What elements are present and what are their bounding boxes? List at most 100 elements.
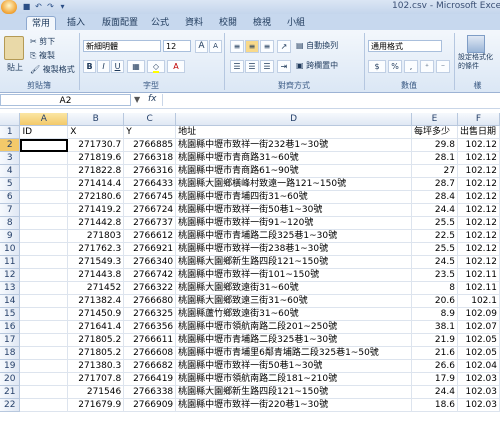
cell[interactable]: 2766745 bbox=[123, 190, 177, 204]
row-header[interactable]: 20 bbox=[0, 372, 21, 386]
row-header[interactable]: 1 bbox=[0, 125, 21, 139]
align-center-button[interactable]: ☰ bbox=[245, 60, 259, 73]
cell[interactable]: 26.6 bbox=[411, 359, 458, 373]
cell[interactable] bbox=[19, 242, 69, 256]
cell[interactable]: 271641.4 bbox=[67, 320, 125, 334]
column-header-a[interactable]: A bbox=[19, 113, 69, 126]
column-header-b[interactable]: B bbox=[67, 113, 125, 126]
column-header-e[interactable]: E bbox=[411, 113, 458, 126]
cell[interactable] bbox=[19, 359, 69, 373]
office-button[interactable] bbox=[1, 0, 17, 14]
cell[interactable]: 271414.4 bbox=[67, 177, 125, 191]
cell[interactable]: 桃園縣中壢市致祥一街220巷1~30號 bbox=[175, 398, 412, 412]
fill-color-button[interactable]: ◇ bbox=[147, 60, 165, 73]
cell[interactable] bbox=[19, 138, 69, 152]
cell[interactable]: 102.09 bbox=[457, 307, 500, 321]
cell[interactable]: 2766340 bbox=[123, 255, 177, 269]
merge-center-button[interactable]: ▣ 跨欄置中 bbox=[296, 60, 338, 71]
cell[interactable]: 102.12 bbox=[457, 255, 500, 269]
font-name-combo[interactable]: 新細明體 bbox=[83, 40, 161, 52]
cell[interactable]: 2766356 bbox=[123, 320, 177, 334]
shrink-font-button[interactable]: A bbox=[209, 40, 222, 53]
cell[interactable]: ID bbox=[19, 125, 69, 139]
row-header[interactable]: 10 bbox=[0, 242, 21, 256]
cell[interactable] bbox=[19, 216, 69, 230]
cell[interactable]: 20.6 bbox=[411, 294, 458, 308]
align-bottom-button[interactable]: ≡ bbox=[260, 40, 274, 53]
cell[interactable] bbox=[19, 203, 69, 217]
cell[interactable]: 桃園縣大園鄉新生路四段121~150號 bbox=[175, 255, 412, 269]
cell[interactable] bbox=[19, 229, 69, 243]
row-header[interactable]: 14 bbox=[0, 294, 21, 308]
redo-icon[interactable]: ↷ bbox=[46, 2, 55, 11]
copy-button[interactable]: ⎘ 複製 bbox=[30, 50, 55, 61]
cell[interactable] bbox=[19, 190, 69, 204]
row-header[interactable]: 4 bbox=[0, 164, 21, 178]
cell[interactable]: 22.5 bbox=[411, 229, 458, 243]
cell[interactable]: 271822.8 bbox=[67, 164, 125, 178]
cell[interactable]: 102.12 bbox=[457, 138, 500, 152]
row-header[interactable]: 18 bbox=[0, 346, 21, 360]
undo-icon[interactable]: ↶ bbox=[34, 2, 43, 11]
cell[interactable]: 桃園縣中壢市致祥一街91~120號 bbox=[175, 216, 412, 230]
cell[interactable] bbox=[19, 372, 69, 386]
cell[interactable]: 271450.9 bbox=[67, 307, 125, 321]
cell[interactable]: 8 bbox=[411, 281, 458, 295]
cell[interactable] bbox=[19, 307, 69, 321]
tab-formulas[interactable]: 公式 bbox=[148, 16, 172, 30]
tab-team[interactable]: 小組 bbox=[284, 16, 308, 30]
cell[interactable]: 25.5 bbox=[411, 242, 458, 256]
orientation-button[interactable]: ↗ bbox=[277, 40, 291, 53]
fx-icon[interactable]: fx bbox=[148, 94, 157, 104]
conditional-format-button[interactable]: 設定格式化的條件 bbox=[458, 53, 498, 71]
cell[interactable]: 28.4 bbox=[411, 190, 458, 204]
comma-button[interactable]: , bbox=[404, 60, 418, 73]
cell[interactable]: 102.07 bbox=[457, 320, 500, 334]
row-header[interactable]: 16 bbox=[0, 320, 21, 334]
cell[interactable]: 桃園縣中壢市青商路31~60號 bbox=[175, 151, 412, 165]
cut-button[interactable]: ✂ 剪下 bbox=[30, 36, 55, 47]
cell[interactable]: 102.03 bbox=[457, 398, 500, 412]
cell[interactable]: 102.12 bbox=[457, 203, 500, 217]
cell[interactable]: 271419.2 bbox=[67, 203, 125, 217]
cell[interactable]: 2766737 bbox=[123, 216, 177, 230]
bold-button[interactable]: B bbox=[83, 60, 96, 73]
cell[interactable]: 271679.9 bbox=[67, 398, 125, 412]
cell[interactable] bbox=[19, 385, 69, 399]
cell[interactable]: 桃園縣中壢市致祥一街232巷1~30號 bbox=[175, 138, 412, 152]
underline-button[interactable]: U bbox=[111, 60, 124, 73]
cell[interactable]: 2766680 bbox=[123, 294, 177, 308]
cell[interactable]: 2766338 bbox=[123, 385, 177, 399]
cell[interactable]: 桃園縣蘆竹鄉致遠街31~60號 bbox=[175, 307, 412, 321]
cell[interactable]: 桃園縣中壢市致祥一街238巷1~30號 bbox=[175, 242, 412, 256]
cell[interactable]: 2766322 bbox=[123, 281, 177, 295]
font-color-button[interactable]: A bbox=[167, 60, 185, 73]
tab-review[interactable]: 校閱 bbox=[216, 16, 240, 30]
row-header[interactable]: 17 bbox=[0, 333, 21, 347]
column-header-c[interactable]: C bbox=[123, 113, 177, 126]
cell[interactable]: 出售日期 bbox=[457, 125, 500, 139]
cell[interactable]: 102.05 bbox=[457, 333, 500, 347]
row-header[interactable]: 19 bbox=[0, 359, 21, 373]
cell[interactable]: 28.7 bbox=[411, 177, 458, 191]
cell[interactable]: 2766885 bbox=[123, 138, 177, 152]
cell[interactable] bbox=[19, 177, 69, 191]
name-box-dropdown-icon[interactable]: ▼ bbox=[134, 95, 140, 104]
row-header[interactable]: 6 bbox=[0, 190, 21, 204]
align-right-button[interactable]: ☰ bbox=[260, 60, 274, 73]
customize-toolbar-icon[interactable]: ▾ bbox=[58, 2, 67, 11]
cell[interactable]: 271730.7 bbox=[67, 138, 125, 152]
align-top-button[interactable]: ≡ bbox=[230, 40, 244, 53]
row-header[interactable]: 7 bbox=[0, 203, 21, 217]
cell[interactable]: 27 bbox=[411, 164, 458, 178]
cell[interactable]: 271442.8 bbox=[67, 216, 125, 230]
row-header[interactable]: 21 bbox=[0, 385, 21, 399]
cell[interactable]: 271443.8 bbox=[67, 268, 125, 282]
cell[interactable]: 102.12 bbox=[457, 229, 500, 243]
cell[interactable]: 23.5 bbox=[411, 268, 458, 282]
cell[interactable]: 桃園縣中壢市領航南路二段181~210號 bbox=[175, 372, 412, 386]
cell[interactable]: 18.6 bbox=[411, 398, 458, 412]
tab-page-layout[interactable]: 版面配置 bbox=[98, 16, 142, 30]
cell[interactable]: 桃園縣中壢市青埔路二段325巷1~30號 bbox=[175, 229, 412, 243]
cell[interactable]: 2766433 bbox=[123, 177, 177, 191]
